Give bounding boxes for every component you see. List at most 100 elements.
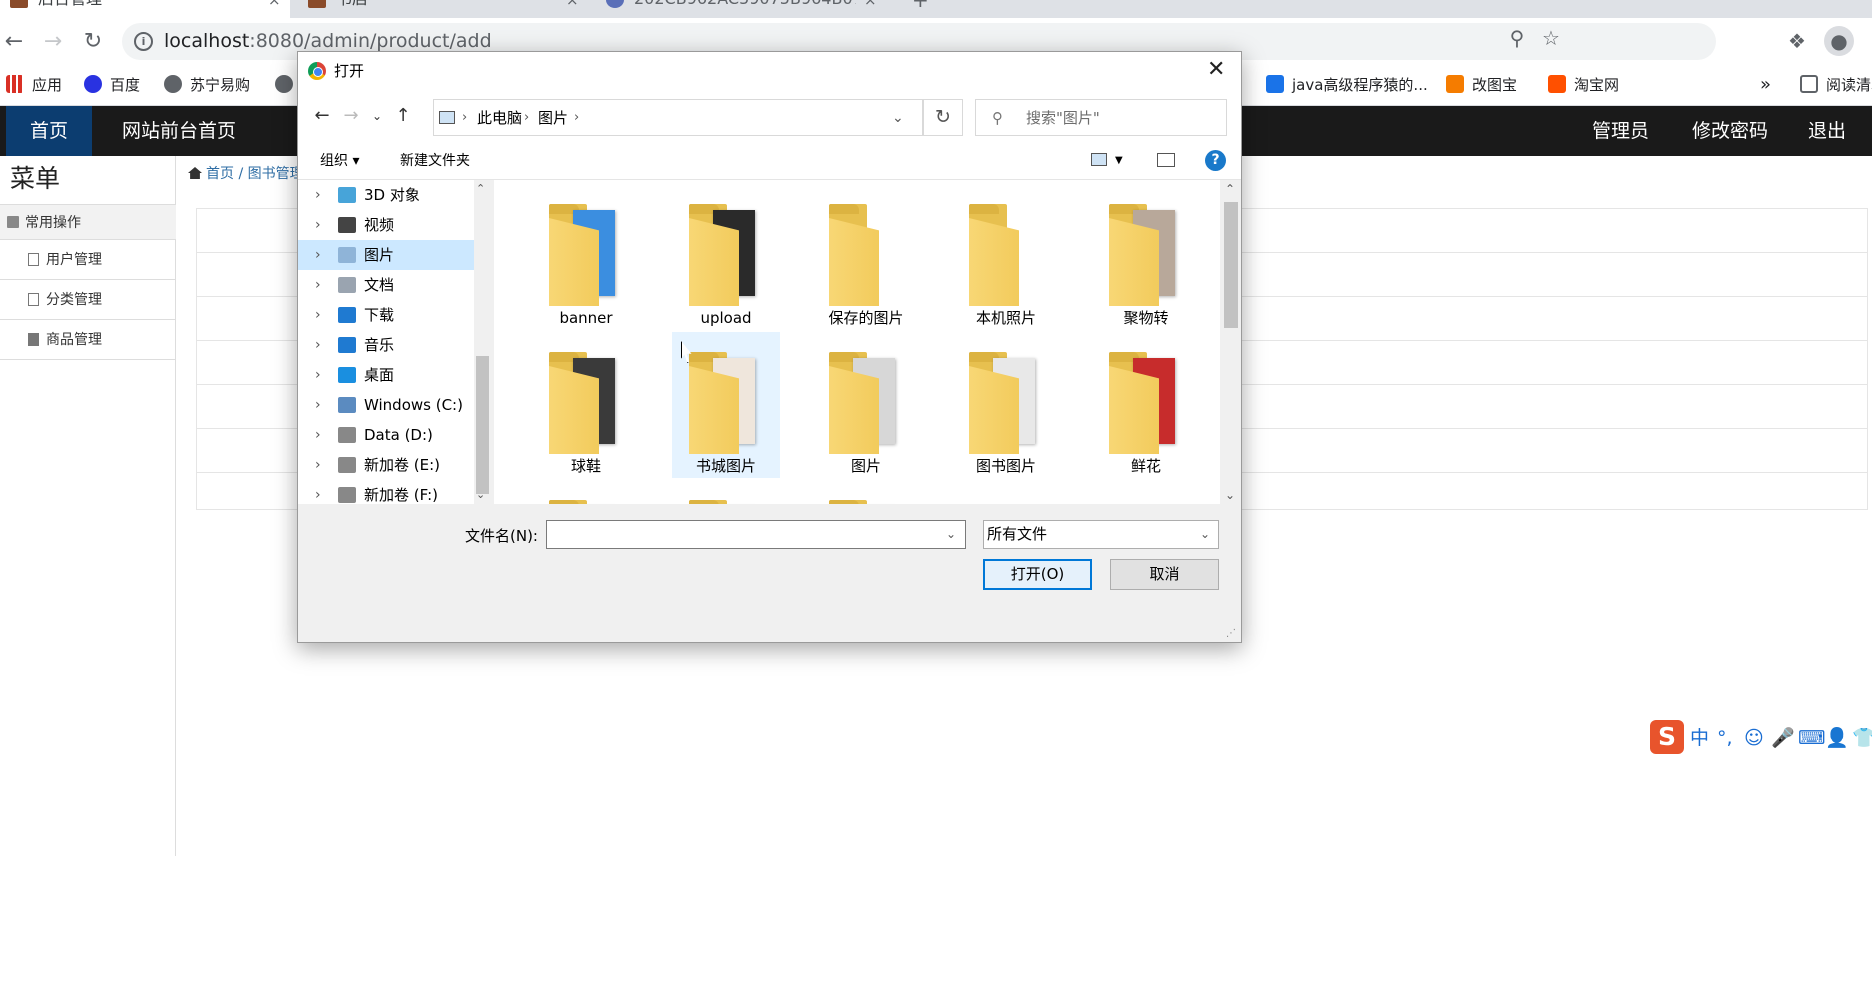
- bookmark-java[interactable]: java高级程序猿的...: [1266, 74, 1428, 96]
- bookmark-apps[interactable]: 应用: [6, 74, 62, 96]
- browser-tab-admin[interactable]: 后台管理 ×: [0, 0, 290, 18]
- chevron-right-icon[interactable]: ›: [315, 395, 321, 415]
- chevron-right-icon[interactable]: ›: [524, 108, 529, 128]
- tree-scrollbar[interactable]: ⌃ ⌄: [474, 180, 491, 504]
- nav-admin[interactable]: 管理员: [1568, 106, 1673, 156]
- tree-item[interactable]: › 图片: [298, 240, 474, 270]
- scroll-down-arrow-icon[interactable]: ⌄: [1225, 488, 1235, 502]
- folder-item[interactable]: 图片: [812, 332, 920, 478]
- scrollbar-thumb[interactable]: [476, 356, 489, 494]
- cancel-button[interactable]: 取消: [1110, 559, 1219, 590]
- chevron-down-icon[interactable]: ⌄: [946, 526, 956, 542]
- filename-input[interactable]: [546, 520, 966, 549]
- sidebar-item-users[interactable]: 用户管理: [0, 240, 176, 280]
- folder-item[interactable]: 书城图片: [672, 332, 780, 478]
- browser-tab-hash[interactable]: 202CB962AC59075B964B07152D234B70 ×: [596, 0, 886, 18]
- tree-item[interactable]: › 文档: [298, 270, 474, 300]
- chevron-right-icon[interactable]: ›: [574, 108, 579, 128]
- folder-item[interactable]: 图书图片: [952, 332, 1060, 478]
- path-segment-this-pc[interactable]: 此电脑: [477, 108, 522, 128]
- browser-tab-bookstore[interactable]: 书店 ×: [298, 0, 588, 18]
- url-text[interactable]: localhost:8080/admin/product/add: [164, 30, 492, 53]
- tree-item[interactable]: › 视频: [298, 210, 474, 240]
- folder-item[interactable]: upload: [672, 184, 780, 330]
- back-button[interactable]: ←: [0, 28, 28, 56]
- ime-tool-icon[interactable]: 👕: [1852, 726, 1872, 750]
- bookmark-star-icon[interactable]: ☆: [1536, 23, 1566, 53]
- chevron-right-icon[interactable]: ›: [315, 365, 321, 385]
- scroll-up-arrow-icon[interactable]: ⌃: [1225, 182, 1235, 196]
- sidebar-item-products[interactable]: 商品管理: [0, 320, 176, 360]
- scroll-down-arrow-icon[interactable]: ⌄: [476, 488, 485, 502]
- tree-item[interactable]: › Data (D:): [298, 420, 474, 450]
- folder-item[interactable]: 球鞋: [532, 332, 640, 478]
- dialog-titlebar[interactable]: 打开 ✕: [298, 52, 1241, 90]
- nav-change-password[interactable]: 修改密码: [1668, 106, 1792, 156]
- chevron-right-icon[interactable]: ›: [462, 108, 467, 128]
- ime-tool-icon[interactable]: ⌨: [1798, 726, 1825, 750]
- ime-tool-icon[interactable]: 中: [1690, 726, 1709, 750]
- organize-button[interactable]: 组织 ▾: [320, 151, 359, 171]
- breadcrumb-home[interactable]: 首页: [206, 166, 234, 182]
- preview-pane-icon[interactable]: [1157, 153, 1175, 167]
- new-tab-button[interactable]: +: [906, 0, 936, 18]
- ime-tool-icon[interactable]: 👤: [1825, 726, 1849, 750]
- reading-list-button[interactable]: 阅读清单: [1800, 74, 1872, 96]
- nav-frontend-home[interactable]: 网站前台首页: [98, 106, 260, 156]
- search-input[interactable]: ⚲ 搜索"图片": [975, 99, 1227, 136]
- dialog-close-button[interactable]: ✕: [1207, 56, 1225, 84]
- close-icon[interactable]: ×: [566, 0, 579, 9]
- chevron-right-icon[interactable]: ›: [315, 185, 321, 205]
- chevron-right-icon[interactable]: ›: [315, 425, 321, 445]
- bookmarks-overflow-button[interactable]: »: [1760, 74, 1771, 96]
- ime-tool-icon[interactable]: °,: [1717, 726, 1733, 750]
- tree-item[interactable]: › 3D 对象: [298, 180, 474, 210]
- new-folder-button[interactable]: 新建文件夹: [400, 151, 470, 171]
- file-grid-scrollbar[interactable]: ⌃ ⌄: [1220, 180, 1241, 504]
- recent-locations-button[interactable]: ⌄: [365, 104, 389, 128]
- nav-home[interactable]: 首页: [6, 106, 93, 156]
- folder-item[interactable]: [532, 480, 640, 504]
- scroll-up-arrow-icon[interactable]: ⌃: [476, 182, 485, 196]
- profile-avatar-icon[interactable]: ●: [1824, 26, 1854, 56]
- close-icon[interactable]: ×: [864, 0, 877, 9]
- open-button[interactable]: 打开(O): [983, 559, 1092, 590]
- path-segment-pictures[interactable]: 图片: [538, 108, 568, 128]
- tree-item[interactable]: › 音乐: [298, 330, 474, 360]
- forward-button[interactable]: →: [39, 28, 67, 56]
- ime-tool-icon[interactable]: ☺: [1744, 726, 1764, 750]
- help-button[interactable]: ?: [1205, 150, 1226, 171]
- menu-section-common[interactable]: 常用操作: [0, 204, 176, 240]
- filetype-select[interactable]: 所有文件 ⌄: [983, 520, 1219, 549]
- extensions-icon[interactable]: ❖: [1782, 26, 1812, 56]
- back-button[interactable]: ←: [310, 104, 334, 128]
- forward-button[interactable]: →: [339, 104, 363, 128]
- tree-item[interactable]: › 新加卷 (E:): [298, 450, 474, 480]
- reload-button[interactable]: ↻: [79, 28, 107, 56]
- view-dropdown-icon[interactable]: ▼: [1115, 151, 1123, 171]
- breadcrumb-current[interactable]: 图书管理: [248, 166, 304, 182]
- chevron-right-icon[interactable]: ›: [315, 455, 321, 475]
- close-icon[interactable]: ×: [268, 0, 281, 9]
- ime-tool-icon[interactable]: 🎤: [1771, 726, 1795, 750]
- scrollbar-thumb[interactable]: [1224, 202, 1238, 328]
- chevron-right-icon[interactable]: ›: [315, 275, 321, 295]
- sogou-logo-icon[interactable]: S: [1650, 720, 1684, 754]
- folder-item[interactable]: 本机照片: [952, 184, 1060, 330]
- folder-item[interactable]: [672, 480, 780, 504]
- path-breadcrumb-bar[interactable]: › 此电脑 › 图片 › ⌄: [433, 99, 923, 136]
- folder-item[interactable]: [812, 480, 920, 504]
- tree-item[interactable]: › Windows (C:): [298, 390, 474, 420]
- up-folder-button[interactable]: ↑: [391, 104, 415, 128]
- tree-item[interactable]: › 桌面: [298, 360, 474, 390]
- chevron-right-icon[interactable]: ›: [315, 245, 321, 265]
- chevron-right-icon[interactable]: ›: [315, 305, 321, 325]
- folder-item[interactable]: 鲜花: [1092, 332, 1200, 478]
- folder-item[interactable]: 保存的图片: [812, 184, 920, 330]
- site-info-icon[interactable]: i: [134, 32, 153, 51]
- bookmark-gaitubao[interactable]: 改图宝: [1446, 74, 1517, 96]
- nav-logout[interactable]: 退出: [1784, 106, 1870, 156]
- chevron-right-icon[interactable]: ›: [315, 485, 321, 505]
- refresh-button[interactable]: ↻: [923, 99, 963, 136]
- tree-item[interactable]: › 下载: [298, 300, 474, 330]
